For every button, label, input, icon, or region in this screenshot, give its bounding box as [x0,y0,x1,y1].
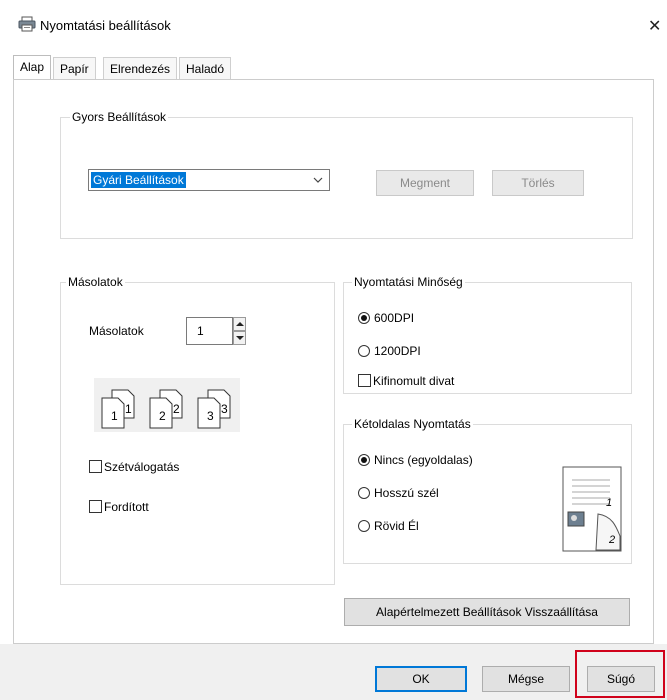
preview-number: 1 [606,497,613,509]
title-bar: Nyomtatási beállítások ✕ [0,0,667,48]
tab-papir[interactable]: Papír [53,57,96,79]
page-number: 1 [111,409,118,423]
printer-icon [18,16,36,32]
close-icon[interactable]: ✕ [648,16,661,36]
restore-defaults-button[interactable]: Alapértelmezett Beállítások Visszaállítá… [344,598,630,626]
duplex-long-edge-label: Hosszú szél [374,486,439,500]
ok-button[interactable]: OK [375,666,467,692]
dropdown-selected-value: Gyári Beállítások [91,172,186,188]
page-number: 3 [221,402,228,416]
page-number: 2 [159,409,166,423]
copies-input[interactable]: 1 [186,317,233,345]
duplex-none-radio[interactable] [358,454,370,466]
fine-mode-label: Kifinomult divat [373,374,455,388]
tab-alap[interactable]: Alap [13,55,52,79]
page-stack-icon [197,389,231,429]
chevron-down-icon [313,177,323,183]
copies-up-button[interactable] [233,317,246,331]
collate-checkbox[interactable] [89,460,102,473]
duplex-short-edge-radio[interactable] [358,520,370,532]
dpi-1200-radio[interactable] [358,345,370,357]
page-number: 2 [173,402,180,416]
save-button[interactable]: Megment [376,170,474,196]
cancel-button[interactable]: Mégse [482,666,570,692]
copies-down-button[interactable] [233,331,246,345]
dpi-600-label: 600DPI [374,311,415,325]
copies-legend: Másolatok [66,275,125,289]
caret-down-icon [236,336,244,340]
collate-label: Szétválogatás [104,460,180,474]
duplex-long-edge-radio[interactable] [358,487,370,499]
tab-elrendezes[interactable]: Elrendezés [103,57,178,79]
reverse-label: Fordított [104,500,149,514]
reverse-checkbox[interactable] [89,500,102,513]
duplex-legend: Kétoldalas Nyomtatás [352,417,473,431]
tab-halado[interactable]: Haladó [179,57,232,79]
quick-settings-legend: Gyors Beállítások [70,110,169,124]
delete-button[interactable]: Törlés [492,170,584,196]
copies-label: Másolatok [89,324,144,338]
preview-number: 2 [609,534,616,546]
page-stack-icon [149,389,183,429]
window-title: Nyomtatási beállítások [40,18,171,33]
page-number: 1 [125,402,132,416]
collate-preview: 1 1 2 2 3 3 [94,378,240,432]
print-quality-legend: Nyomtatási Minőség [352,275,465,289]
duplex-short-edge-label: Rövid Él [374,519,419,533]
dpi-1200-label: 1200DPI [374,344,421,358]
fine-mode-checkbox[interactable] [358,374,371,387]
page-number: 3 [207,409,214,423]
duplex-preview: 1 2 [562,466,624,552]
duplex-none-label: Nincs (egyoldalas) [374,453,473,467]
page-stack-icon [101,389,135,429]
copies-value: 1 [197,324,204,338]
caret-up-icon [236,322,244,326]
quick-settings-dropdown[interactable]: Gyári Beállítások [88,169,330,191]
help-highlight-frame [575,650,665,698]
dpi-600-radio[interactable] [358,312,370,324]
